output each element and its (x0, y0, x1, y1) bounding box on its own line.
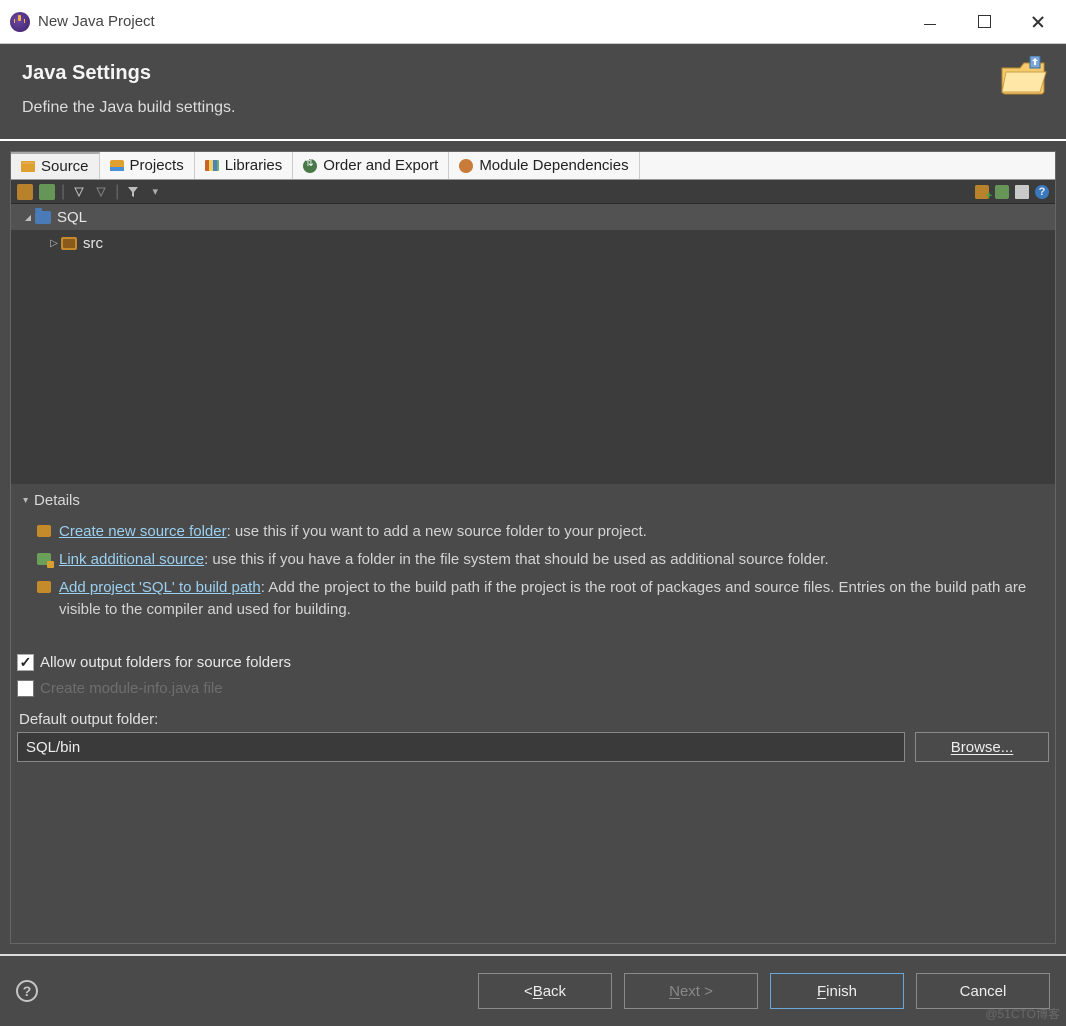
libraries-tab-icon (205, 160, 219, 171)
tab-module-label: Module Dependencies (479, 157, 628, 174)
tree-project-node[interactable]: SQL (11, 204, 1055, 230)
edit-icon[interactable] (1015, 185, 1029, 199)
back-button[interactable]: < Back (478, 973, 612, 1009)
source-tree[interactable]: SQL src (11, 204, 1055, 484)
tree-src-node[interactable]: src (11, 230, 1055, 256)
next-button: Next > (624, 973, 758, 1009)
link-create-source-folder[interactable]: Create new source folder (59, 523, 227, 540)
tree-src-label: src (83, 235, 103, 252)
tab-order-label: Order and Export (323, 157, 438, 174)
tab-projects-label: Projects (130, 157, 184, 174)
module-tab-icon (459, 159, 473, 173)
content-area: Source Projects Libraries Order and Expo… (0, 141, 1066, 954)
link-source-small-icon (37, 553, 51, 565)
help-icon[interactable]: ? (1035, 185, 1049, 199)
output-row: Browse... (17, 732, 1049, 762)
build-path-panel: Source Projects Libraries Order and Expo… (10, 151, 1056, 944)
page-title: Java Settings (22, 62, 1044, 85)
tab-source-label: Source (41, 158, 89, 175)
checkbox-create-moduleinfo: Create module-info.java file (17, 675, 1049, 701)
wizard-header: Java Settings Define the Java build sett… (0, 44, 1066, 141)
link-source-icon[interactable] (39, 184, 55, 200)
tab-projects[interactable]: Projects (100, 152, 195, 179)
watermark: @51CTO博客 (985, 1005, 1060, 1022)
new-source-folder-icon[interactable] (17, 184, 33, 200)
tabstrip: Source Projects Libraries Order and Expo… (11, 152, 1055, 180)
cancel-button[interactable]: Cancel (916, 973, 1050, 1009)
browse-button[interactable]: Browse... (915, 732, 1049, 762)
new-folder-icon (37, 525, 51, 537)
checkbox-icon[interactable] (17, 654, 34, 671)
default-output-label: Default output folder: (19, 711, 1049, 728)
checkbox-icon (17, 680, 34, 697)
view-menu-icon[interactable] (147, 184, 163, 200)
tab-libraries[interactable]: Libraries (195, 152, 294, 179)
source-tab-icon (21, 161, 35, 172)
wizard-button-bar: ? < Back Next > Finish Cancel (0, 954, 1066, 1026)
eclipse-icon (10, 12, 30, 32)
maximize-button[interactable] (972, 10, 996, 34)
tree-project-label: SQL (57, 209, 87, 226)
allow-output-label: Allow output folders for source folders (40, 654, 291, 671)
help-button[interactable]: ? (16, 980, 38, 1002)
link-add-project-buildpath[interactable]: Add project 'SQL' to build path (59, 579, 261, 596)
buildpath-icon (37, 581, 51, 593)
order-tab-icon (303, 159, 317, 173)
default-output-field[interactable] (17, 732, 905, 762)
tab-order-export[interactable]: Order and Export (293, 152, 449, 179)
link-folder-icon[interactable] (995, 185, 1009, 199)
titlebar: New Java Project (0, 0, 1066, 44)
close-button[interactable] (1026, 10, 1050, 34)
projects-tab-icon (110, 160, 124, 171)
create-moduleinfo-label: Create module-info.java file (40, 680, 223, 697)
detail-link-source-text: : use this if you have a folder in the f… (204, 551, 829, 568)
detail-create-source-text: : use this if you want to add a new sour… (227, 523, 647, 540)
detail-create-source: Create new source folder: use this if yo… (37, 521, 1043, 543)
source-folder-icon (61, 237, 77, 250)
wizard-folder-icon (1000, 56, 1048, 96)
detail-link-source: Link additional source: use this if you … (37, 549, 1043, 571)
details-section: Details Create new source folder: use th… (11, 484, 1055, 643)
add-folder-icon[interactable] (975, 185, 989, 199)
window-title: New Java Project (38, 13, 918, 30)
window-controls (918, 10, 1050, 34)
tab-source[interactable]: Source (11, 152, 100, 179)
tab-libraries-label: Libraries (225, 157, 283, 174)
finish-button[interactable]: Finish (770, 973, 904, 1009)
filter-icon[interactable] (125, 184, 141, 200)
link-additional-source[interactable]: Link additional source (59, 551, 204, 568)
expand-icon[interactable] (21, 213, 35, 222)
project-icon (35, 211, 51, 224)
checkbox-allow-output[interactable]: Allow output folders for source folders (17, 649, 1049, 675)
toggle2-icon[interactable] (93, 184, 109, 200)
source-toolbar: | | ? (11, 180, 1055, 204)
browse-label: Browse... (951, 739, 1014, 756)
details-heading[interactable]: Details (23, 492, 1043, 509)
minimize-button[interactable] (918, 10, 942, 34)
toggle-icon[interactable] (71, 184, 87, 200)
options-section: Allow output folders for source folders … (11, 643, 1055, 762)
tab-module-dependencies[interactable]: Module Dependencies (449, 152, 639, 179)
page-subtitle: Define the Java build settings. (22, 99, 1044, 117)
detail-add-buildpath: Add project 'SQL' to build path: Add the… (37, 577, 1043, 621)
expand-icon[interactable] (47, 238, 61, 249)
